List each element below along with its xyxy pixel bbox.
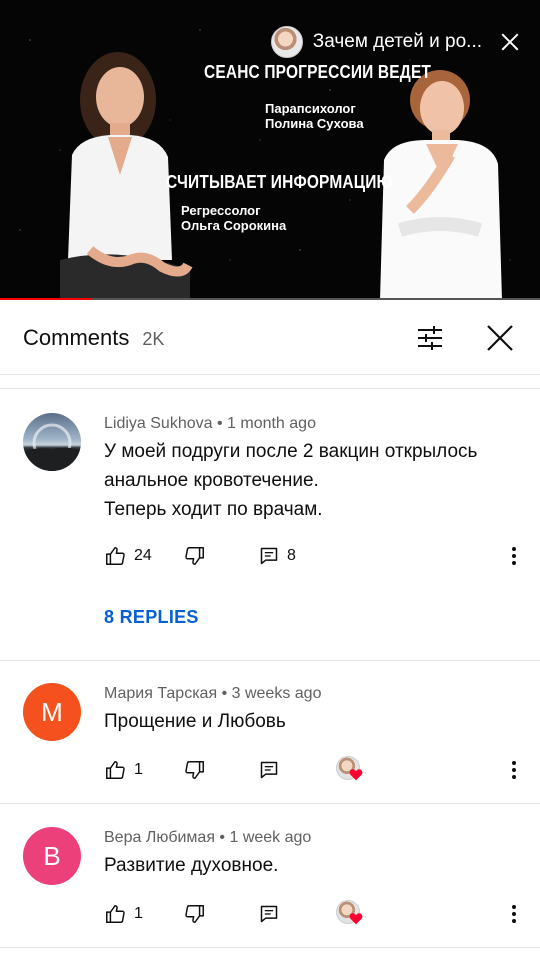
comment-meta: Вера Любимая • 1 week ago [104,829,312,846]
dislike-button[interactable] [184,758,206,782]
like-button[interactable]: 1 [104,758,143,782]
overlay-name-2: Ольга Сорокина [181,218,287,233]
channel-avatar[interactable] [270,26,303,58]
sliders-icon[interactable] [412,320,448,356]
more-options-icon[interactable] [510,758,518,782]
comments-count: 2K [142,328,165,349]
comment-author[interactable]: Мария Тарская [104,685,217,702]
close-icon[interactable] [482,320,518,356]
more-options-icon[interactable] [510,544,518,568]
thumbs-down-icon [185,905,204,923]
avatar-letter: В [43,840,61,871]
reply-icon [260,547,278,565]
reply-button[interactable] [259,902,279,926]
comment-divider [0,803,540,804]
comment-text: Развитие духовное. [104,855,279,876]
view-replies-button[interactable]: 8 REPLIES [104,607,199,628]
video-progress-fill [0,298,92,300]
thumbs-down-icon [185,761,204,779]
thumbs-up-icon [106,905,125,923]
avatar[interactable] [23,413,81,471]
reply-button[interactable] [259,758,279,782]
header-divider-2 [0,388,540,389]
comment-actions: 24 8 [104,544,524,568]
comments-title: Comments [23,325,130,350]
avatar-letter: М [41,696,63,727]
like-count: 24 [134,547,152,564]
sunset-avatar-icon [23,423,81,471]
reply-button[interactable]: 8 [259,544,296,568]
comment-text: Прощение и Любовь [104,711,286,732]
header-divider [0,374,540,375]
comment-time: 1 month ago [227,415,316,432]
reply-icon [260,761,278,779]
reply-count: 8 [287,547,296,564]
comment-author[interactable]: Вера Любимая [104,829,215,846]
video-title-bar: Зачем детей и ро... [270,22,540,62]
like-count: 1 [134,905,143,922]
comment-actions: 1 [104,900,524,926]
close-mini-player-icon[interactable] [490,22,530,62]
comment-meta: Мария Тарская • 3 weeks ago [104,685,322,702]
comment-author[interactable]: Lidiya Sukhova [104,415,213,432]
comments-header: Comments 2K [0,302,540,374]
comment-divider [0,947,540,948]
thumbs-up-icon [106,761,125,779]
like-button[interactable]: 1 [104,902,143,926]
overlay-name-1: Полина Сухова [265,116,364,131]
reply-icon [260,905,278,923]
dislike-button[interactable] [184,544,206,568]
creator-heart-icon [336,756,363,782]
dislike-button[interactable] [184,902,206,926]
comment-text: У моей подруги после 2 вакцин открылось … [104,441,478,520]
comment-time: 3 weeks ago [231,685,322,702]
comment-time: 1 week ago [229,829,312,846]
video-title[interactable]: Зачем детей и ро... [313,31,482,53]
like-button[interactable]: 24 [104,544,152,568]
comment-actions: 1 [104,756,524,782]
creator-heart-icon [336,900,363,926]
avatar[interactable]: В [23,827,81,885]
like-count: 1 [134,761,143,778]
comment-meta: Lidiya Sukhova • 1 month ago [104,415,316,432]
thumbs-down-icon [185,547,204,565]
video-progress-bar[interactable] [0,298,540,300]
overlay-role-2: Регрессолог [181,203,261,218]
overlay-role-1: Парапсихолог [265,101,356,116]
thumbs-up-icon [106,547,125,565]
overlay-heading-2: СЧИТЫВАЕТ ИНФОРМАЦИЮ [166,172,393,192]
comment-divider [0,660,540,661]
more-options-icon[interactable] [510,902,518,926]
avatar[interactable]: М [23,683,81,741]
overlay-heading-1: СЕАНС ПРОГРЕССИИ ВЕДЕТ [204,62,432,82]
video-player[interactable]: СЕАНС ПРОГРЕССИИ ВЕДЕТ Парапсихолог Поли… [0,0,540,300]
